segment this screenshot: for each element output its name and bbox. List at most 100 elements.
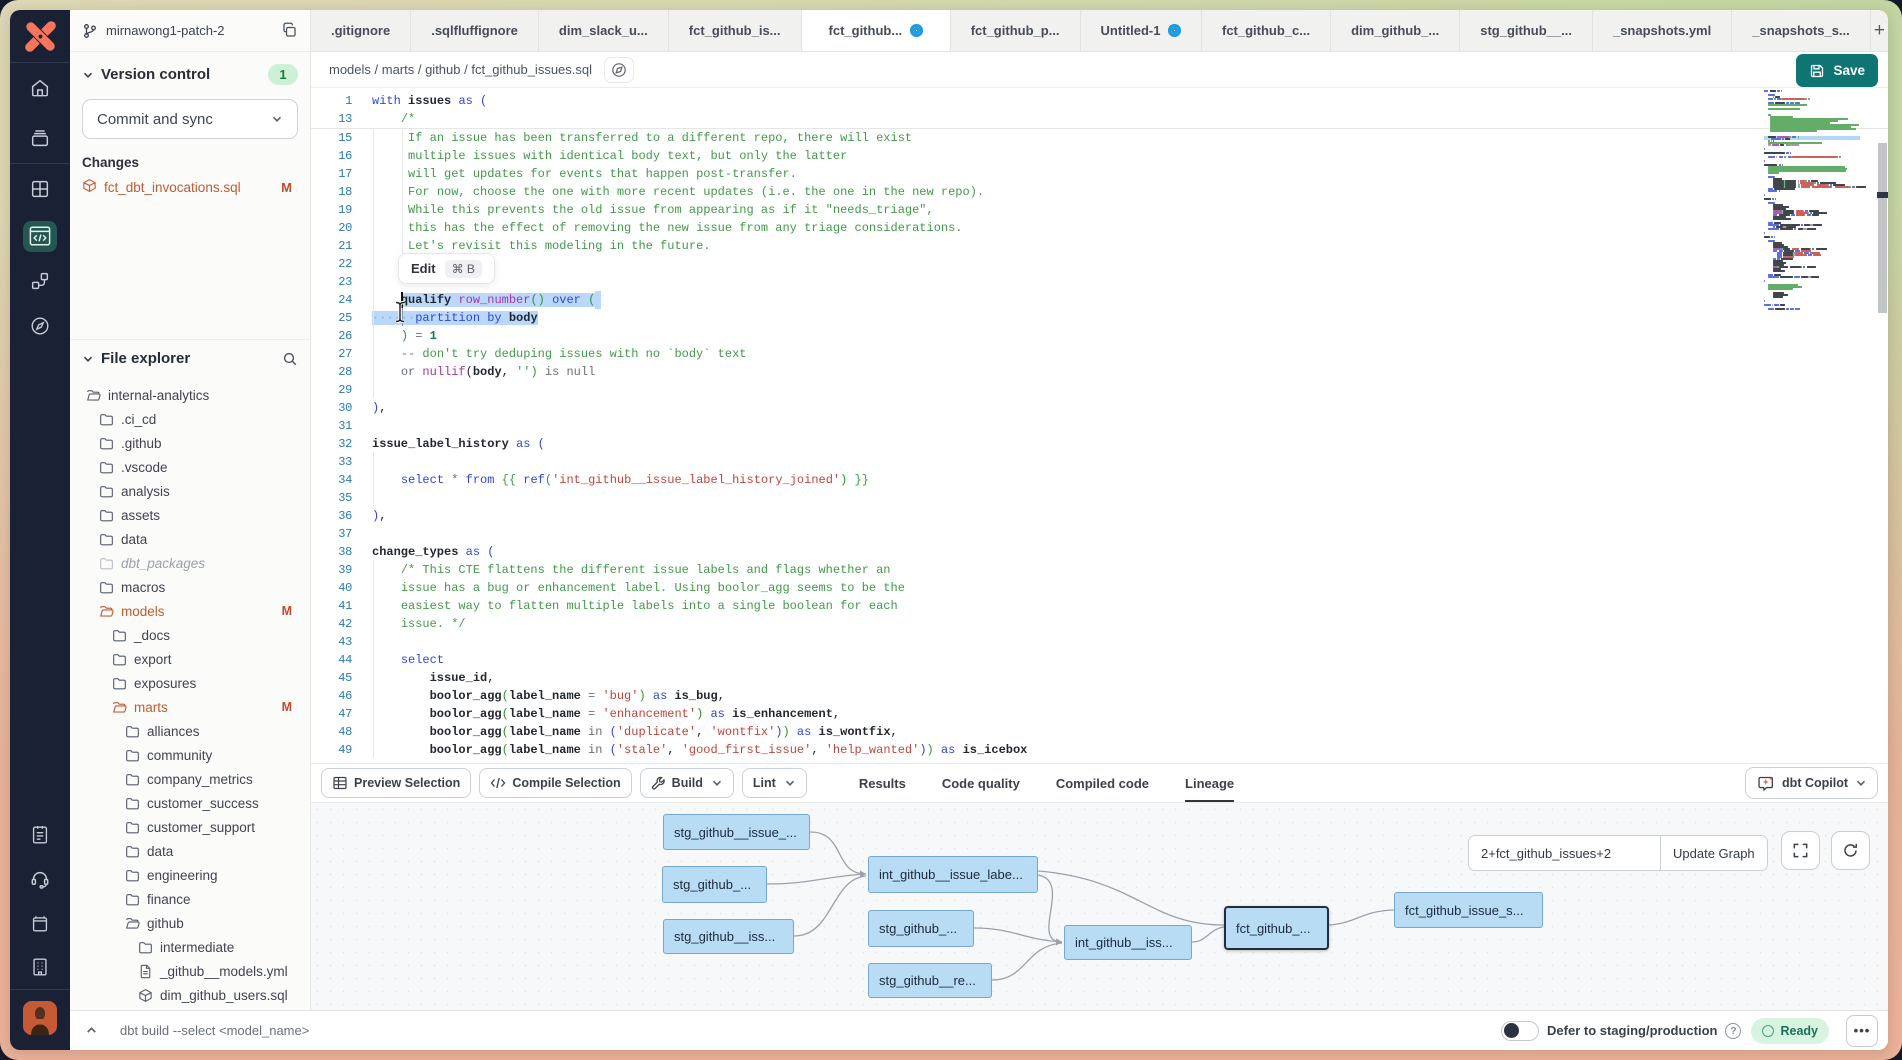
help-icon[interactable]: ? [1725, 1023, 1741, 1039]
lineage-node[interactable]: stg_github__iss... [663, 919, 794, 954]
tab-Untitled-1[interactable]: Untitled-1 [1081, 10, 1202, 51]
code-line[interactable]: 46 boolor_agg(label_name = 'bug') as is_… [311, 687, 1888, 705]
user-avatar[interactable] [23, 1001, 57, 1035]
code-line[interactable]: 18 For now, choose the one with more rec… [311, 183, 1888, 201]
lineage-node[interactable]: int_github__issue_labe... [868, 856, 1038, 893]
rail-environments-icon[interactable] [10, 113, 70, 163]
tab-fct-github-c[interactable]: fct_github_c... [1202, 10, 1331, 51]
code-line[interactable]: 31 [311, 417, 1888, 435]
tree-item[interactable]: dbt_packages [82, 551, 298, 575]
search-icon[interactable] [282, 351, 298, 367]
tree-item[interactable]: .github [82, 431, 298, 455]
code-line[interactable]: 34 select * from {{ ref('int_github__iss… [311, 471, 1888, 489]
rail-develop-icon[interactable] [10, 214, 70, 258]
new-tab-button[interactable]: + [1871, 10, 1888, 51]
tree-item[interactable]: assets [82, 503, 298, 527]
code-line[interactable]: 19 While this prevents the old issue fro… [311, 201, 1888, 219]
tab-compiled-code[interactable]: Compiled code [1038, 764, 1167, 802]
rail-docs-icon[interactable] [10, 813, 70, 857]
lineage-node[interactable]: stg_github__issue_... [663, 814, 810, 850]
code-line[interactable]: 23 [311, 273, 1888, 291]
tab-fct-github[interactable]: fct_github... [802, 10, 951, 52]
tab-dim-github-[interactable]: dim_github_... [1331, 10, 1460, 51]
lint-button[interactable]: Lint [742, 768, 807, 798]
tree-item[interactable]: alliances [82, 719, 298, 743]
tree-item[interactable]: _docs [82, 623, 298, 647]
code-line[interactable]: 39 /* This CTE flattens the different is… [311, 561, 1888, 579]
code-line[interactable]: 27 -- don't try deduping issues with no … [311, 345, 1888, 363]
more-options-button[interactable]: ••• [1846, 1015, 1878, 1047]
tree-item[interactable]: _github__models.yml [82, 959, 298, 983]
rail-projects-icon[interactable] [10, 164, 70, 214]
tree-item[interactable]: exposures [82, 671, 298, 695]
code-line[interactable]: 45 issue_id, [311, 669, 1888, 687]
ready-status-badge[interactable]: Ready [1751, 1018, 1829, 1044]
update-graph-button[interactable]: Update Graph [1660, 836, 1767, 870]
tree-item[interactable]: engineering [82, 863, 298, 887]
file-explorer-header[interactable]: File explorer [82, 350, 298, 367]
code-line[interactable]: 32issue_label_history as ( [311, 435, 1888, 453]
lineage-search-input[interactable] [1469, 836, 1660, 870]
tree-item[interactable]: customer_success [82, 791, 298, 815]
tree-item[interactable]: community [82, 743, 298, 767]
code-line[interactable]: 37 [311, 525, 1888, 543]
tab-fct-github-p[interactable]: fct_github_p... [951, 10, 1081, 51]
code-line[interactable]: 24 qualify row_number() over ( [311, 291, 1888, 309]
tree-item[interactable]: macros [82, 575, 298, 599]
tree-item[interactable]: intermediate [82, 935, 298, 959]
changed-file-row[interactable]: fct_dbt_invocations.sql M [82, 178, 298, 196]
lineage-node[interactable]: fct_github_... [1224, 906, 1329, 950]
lineage-node[interactable]: stg_github__re... [868, 963, 992, 998]
file-info-icon[interactable] [604, 57, 634, 83]
tree-item[interactable]: github [82, 911, 298, 935]
code-line[interactable]: 38change_types as ( [311, 543, 1888, 561]
dbt-logo-icon[interactable] [10, 10, 70, 62]
lineage-node[interactable]: stg_github_... [868, 910, 974, 947]
code-line[interactable]: 30), [311, 399, 1888, 417]
tab-lineage[interactable]: Lineage [1167, 764, 1252, 802]
code-line[interactable]: 29 [311, 381, 1888, 399]
code-line[interactable]: 13 /* [311, 110, 1888, 129]
code-line[interactable]: 35 [311, 489, 1888, 507]
tree-item[interactable]: customer_support [82, 815, 298, 839]
preview-selection-button[interactable]: Preview Selection [321, 768, 471, 798]
tree-item[interactable]: analysis [82, 479, 298, 503]
tab--snapshotsyml[interactable]: _snapshots.yml [1593, 10, 1732, 51]
tab-stg-github--[interactable]: stg_github__... [1460, 10, 1593, 51]
tree-item[interactable]: export [82, 647, 298, 671]
code-line[interactable]: 49 boolor_agg(label_name in ('stale', 'g… [311, 741, 1888, 759]
lineage-node[interactable]: fct_github_issue_s... [1394, 892, 1543, 928]
compile-selection-button[interactable]: Compile Selection [479, 768, 631, 798]
code-line[interactable]: 36), [311, 507, 1888, 525]
tree-item[interactable]: martsM [82, 695, 298, 719]
code-line[interactable]: 20 this has the effect of removing the n… [311, 219, 1888, 237]
save-button[interactable]: Save [1796, 54, 1878, 87]
tab-fct-github-is[interactable]: fct_github_is... [669, 10, 802, 51]
rail-branch-icon[interactable] [10, 258, 70, 304]
build-button[interactable]: Build [640, 768, 734, 798]
code-line[interactable]: 1with issues as ( [311, 92, 1888, 110]
version-control-header[interactable]: Version control 1 [82, 64, 298, 85]
copy-branch-icon[interactable] [281, 22, 298, 39]
rail-support-icon[interactable] [10, 857, 70, 901]
rail-home-icon[interactable] [10, 63, 70, 113]
lineage-node[interactable]: int_github__iss... [1064, 925, 1192, 960]
commit-and-sync-dropdown[interactable]: Commit and sync [82, 99, 298, 139]
tab-results[interactable]: Results [841, 764, 924, 802]
code-line[interactable]: 47 boolor_agg(label_name = 'enhancement'… [311, 705, 1888, 723]
tree-item[interactable]: internal-analytics [82, 383, 298, 407]
edit-popup[interactable]: Edit ⌘ B [398, 253, 495, 284]
tree-item[interactable]: .ci_cd [82, 407, 298, 431]
dbt-copilot-button[interactable]: dbt Copilot [1745, 767, 1878, 799]
code-line[interactable]: 42 issue. */ [311, 615, 1888, 633]
editor-scrollbar[interactable] [1877, 88, 1888, 763]
tab--snapshots-s[interactable]: _snapshots_s... [1732, 10, 1871, 51]
code-line[interactable]: 40 issue has a bug or enhancement label.… [311, 579, 1888, 597]
code-line[interactable]: 22 [311, 255, 1888, 273]
code-line[interactable]: 33 [311, 453, 1888, 471]
rail-organization-icon[interactable] [10, 945, 70, 989]
rail-notifications-icon[interactable] [10, 901, 70, 945]
tree-item[interactable]: data [82, 839, 298, 863]
code-line[interactable]: 16 multiple issues with identical body t… [311, 147, 1888, 165]
tree-item[interactable]: dim_github_users.sql [82, 983, 298, 1007]
